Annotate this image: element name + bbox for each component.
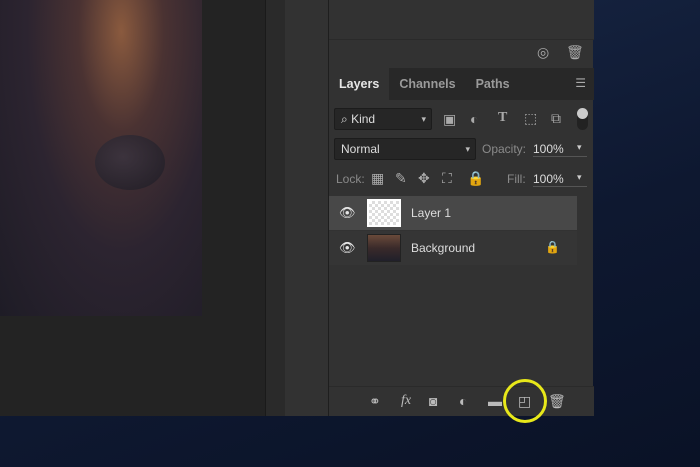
folder-icon[interactable]: ▬ xyxy=(488,393,502,409)
panel-dock xyxy=(285,0,328,416)
kind-filter-dropdown[interactable]: ⌕ Kind ▾ xyxy=(334,108,432,130)
adjustment-icon[interactable]: ◐ xyxy=(459,393,467,409)
lock-transparent-icon[interactable]: ▦ xyxy=(371,170,384,187)
trash-icon[interactable]: 🗑 xyxy=(566,44,584,61)
layer-row-layer-1[interactable]: 👁 Layer 1 xyxy=(329,196,577,230)
mask-icon[interactable]: ◙ xyxy=(429,393,437,409)
tab-paths[interactable]: Paths xyxy=(466,68,520,100)
pixel-filter-icon[interactable]: ▣ xyxy=(443,111,456,128)
chevron-down-icon: ▾ xyxy=(421,114,426,124)
layers-panel: ◎ 🗑 Layers Channels Paths ☰ ⌕ Kind ▾ ▣ ◐ … xyxy=(328,0,594,416)
lock-label: Lock: xyxy=(336,172,365,186)
lock-all-icon[interactable]: 🔒 xyxy=(467,170,484,187)
trash-icon[interactable]: 🗑 xyxy=(548,393,566,410)
chevron-down-icon[interactable]: ▾ xyxy=(577,172,582,183)
layer-thumbnail xyxy=(367,234,401,262)
layer-row-background[interactable]: 👁 Background 🔒 xyxy=(329,231,577,265)
eye-icon[interactable]: 👁 xyxy=(339,205,356,220)
canvas-area xyxy=(0,0,265,416)
adjustment-filter-icon[interactable]: ◐ xyxy=(470,111,478,127)
layer-name: Background xyxy=(411,241,476,255)
smart-object-filter-icon[interactable]: ⧉ xyxy=(551,110,561,127)
type-filter-icon[interactable]: T xyxy=(498,110,507,126)
chevron-down-icon: ▾ xyxy=(465,144,470,154)
highlight-circle xyxy=(503,379,547,423)
tab-channels[interactable]: Channels xyxy=(389,68,465,100)
eye-icon[interactable]: 👁 xyxy=(339,240,356,255)
search-icon: ⌕ xyxy=(341,112,348,126)
layer-thumbnail xyxy=(367,199,401,227)
tab-layers[interactable]: Layers xyxy=(329,68,390,100)
blend-mode-value: Normal xyxy=(341,142,380,156)
shape-filter-icon[interactable]: ⬚ xyxy=(524,110,537,127)
upper-panel xyxy=(329,0,594,40)
kind-label: Kind xyxy=(351,112,376,126)
lock-artboard-icon[interactable]: ⛶ xyxy=(442,170,452,187)
blend-mode-dropdown[interactable]: Normal ▾ xyxy=(334,138,476,160)
fill-label: Fill: xyxy=(507,172,526,186)
panel-menu-icon[interactable]: ☰ xyxy=(575,76,586,90)
panel-tabs: Layers Channels Paths ☰ xyxy=(329,68,594,100)
chevron-down-icon[interactable]: ▾ xyxy=(577,142,582,153)
dune-shape xyxy=(95,135,165,190)
fx-icon[interactable]: fx xyxy=(401,393,411,409)
lock-paint-brush-icon[interactable]: ✎ xyxy=(395,170,407,187)
canvas-image xyxy=(0,0,202,316)
visibility-toggle-icon[interactable]: ◎ xyxy=(537,44,549,61)
panel-divider[interactable] xyxy=(265,0,285,416)
link-icon[interactable]: ⚭ xyxy=(369,393,381,410)
lock-icon: 🔒 xyxy=(545,240,560,254)
lock-position-move-icon[interactable]: ✥ xyxy=(418,170,430,187)
layer-name: Layer 1 xyxy=(411,206,452,220)
opacity-label: Opacity: xyxy=(482,142,527,156)
layers-bottom-toolbar: ⚭ fx ◙ ◐ ▬ ◰ 🗑 xyxy=(329,386,594,416)
filter-toggle[interactable] xyxy=(577,108,588,130)
